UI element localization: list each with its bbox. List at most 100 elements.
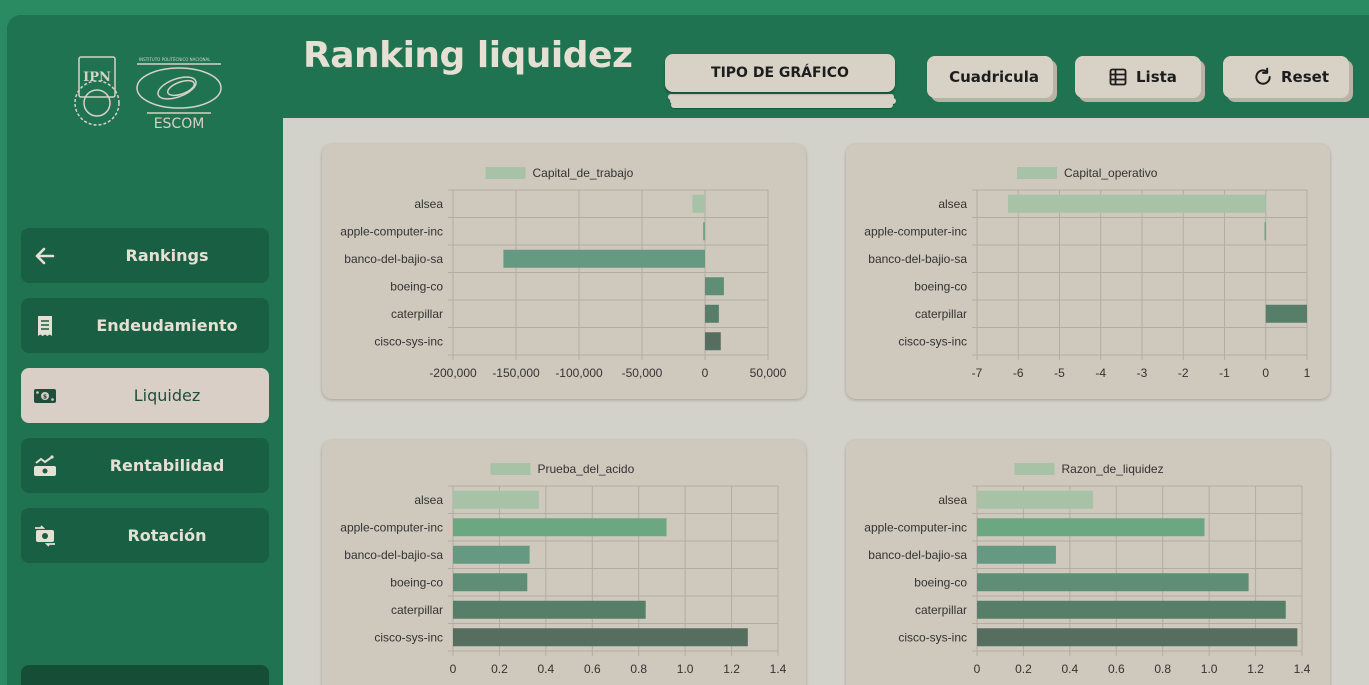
content-area: Capital_de_trabajo -200,000 -150,000 -100,0… — [283, 118, 1369, 685]
bar-apple-computer-inc[interactable] — [977, 518, 1205, 537]
bar-banco-del-bajio-sa[interactable] — [453, 545, 530, 564]
x-tick-label: 0.6 — [584, 662, 601, 676]
category-label: caterpillar — [915, 307, 967, 321]
stack-layer — [671, 102, 893, 108]
chart-card-capital-operativo: Capital_operativo -7 -6 -5 -4 -3 -2 -1 0 1 alsea ap… — [846, 144, 1330, 399]
category-label: banco-del-bajio-sa — [868, 548, 967, 562]
sidebar-footer-item[interactable] — [21, 665, 269, 685]
exchange-cash-icon — [35, 525, 55, 547]
x-tick-label: 0.8 — [1154, 662, 1171, 676]
bar-cisco-sys-inc[interactable] — [977, 628, 1298, 647]
list-view-label: Lista — [1136, 68, 1177, 86]
x-tick-label: 0.4 — [538, 662, 555, 676]
grid-view-button[interactable]: Cuadricula — [927, 56, 1053, 98]
header: Ranking liquidez TIPO DE GRÁFICO Cuadric… — [283, 15, 1369, 118]
bar-apple-computer-inc[interactable] — [453, 518, 667, 537]
category-label: caterpillar — [391, 603, 443, 617]
logo-ipn-text: IPN — [83, 70, 111, 85]
x-tick-label: 1.0 — [677, 662, 694, 676]
arrow-left-icon — [35, 247, 55, 265]
bar-banco-del-bajio-sa[interactable] — [977, 545, 1056, 564]
x-tick-label: 0.4 — [1062, 662, 1079, 676]
x-tick-label: 1.4 — [770, 662, 787, 676]
x-tick-label: -5 — [1054, 366, 1065, 380]
bar-boeing-co[interactable] — [977, 573, 1249, 592]
x-tick-label: -200,000 — [429, 366, 477, 380]
x-tick-label: 0.6 — [1108, 662, 1125, 676]
x-tick-label: 1.2 — [723, 662, 740, 676]
category-label: cisco-sys-inc — [374, 630, 443, 644]
category-label: boeing-co — [914, 279, 967, 293]
legend-swatch — [485, 167, 526, 179]
chart-capital-operativo: Capital_operativo -7 -6 -5 -4 -3 -2 -1 0 1 alsea ap… — [864, 166, 1311, 380]
bar-cisco-sys-inc[interactable] — [453, 628, 748, 647]
bar-alsea[interactable] — [977, 490, 1094, 509]
chart-razon-de-liquidez: Razon_de_liquidez 0 0.2 0.4 0.6 0.8 1.0 1.2 1.4 a… — [864, 462, 1310, 676]
x-tick-label: 0 — [702, 366, 709, 380]
bar-cisco-sys-inc[interactable] — [705, 332, 721, 351]
chart-type-button[interactable]: TIPO DE GRÁFICO — [665, 54, 895, 92]
reset-label: Reset — [1281, 68, 1329, 86]
bar-alsea[interactable] — [453, 490, 539, 509]
category-label: caterpillar — [391, 307, 443, 321]
category-label: alsea — [414, 197, 443, 211]
bar-caterpillar[interactable] — [453, 600, 646, 619]
bar-alsea[interactable] — [1007, 194, 1266, 213]
legend-swatch — [490, 463, 531, 475]
x-tick-label: -7 — [972, 366, 983, 380]
list-view-button[interactable]: Lista — [1075, 56, 1201, 98]
x-tick-label: 0 — [450, 662, 457, 676]
bar-apple-computer-inc[interactable] — [703, 222, 705, 241]
bar-boeing-co[interactable] — [453, 573, 528, 592]
sidebar-item-liquidez[interactable]: $ Liquidez — [21, 368, 269, 423]
category-label: cisco-sys-inc — [898, 630, 967, 644]
svg-text:$: $ — [43, 394, 47, 401]
x-tick-label: -100,000 — [555, 366, 603, 380]
bar-caterpillar[interactable] — [1265, 304, 1307, 323]
bar-caterpillar[interactable] — [705, 304, 719, 323]
category-label: boeing-co — [390, 575, 443, 589]
list-icon — [1109, 68, 1127, 86]
x-tick-label: 1 — [1304, 366, 1311, 380]
x-tick-label: -6 — [1013, 366, 1024, 380]
x-tick-label: -50,000 — [622, 366, 663, 380]
bar-alsea[interactable] — [692, 194, 705, 213]
category-label: apple-computer-inc — [340, 520, 443, 534]
legend-label: Capital_de_trabajo — [533, 166, 634, 180]
bar-apple-computer-inc[interactable] — [1264, 222, 1267, 241]
category-label: boeing-co — [914, 575, 967, 589]
legend-label: Capital_operativo — [1064, 166, 1158, 180]
bar-caterpillar[interactable] — [977, 600, 1286, 619]
sidebar-item-label: Rankings — [125, 246, 209, 265]
bar-banco-del-bajio-sa[interactable] — [503, 249, 705, 268]
category-label: alsea — [414, 493, 443, 507]
x-tick-label: 1.2 — [1247, 662, 1264, 676]
category-label: apple-computer-inc — [864, 520, 967, 534]
reset-button[interactable]: Reset — [1223, 56, 1349, 98]
chart-capital-de-trabajo: Capital_de_trabajo -200,000 -150,000 -100,0… — [340, 166, 787, 380]
x-tick-label: 50,000 — [750, 366, 787, 380]
receipt-icon — [38, 316, 52, 336]
logo-graphic: IPN INSTITUTO POLITÉCNICO NACIONAL ESCOM — [74, 56, 222, 132]
legend-swatch — [1017, 167, 1057, 179]
bar-boeing-co[interactable] — [705, 277, 724, 296]
category-label: banco-del-bajio-sa — [344, 252, 443, 266]
category-label: apple-computer-inc — [340, 224, 443, 238]
page-title: Ranking liquidez — [303, 35, 633, 76]
category-label: caterpillar — [915, 603, 967, 617]
sidebar-item-rotacion[interactable]: Rotación — [21, 508, 269, 563]
sidebar-item-rankings[interactable]: Rankings — [21, 228, 269, 283]
logo-institution-text: INSTITUTO POLITÉCNICO NACIONAL — [139, 57, 211, 62]
x-tick-label: -2 — [1178, 366, 1189, 380]
money-chart-icon — [34, 455, 56, 476]
category-label: cisco-sys-inc — [898, 334, 967, 348]
sidebar-item-rentabilidad[interactable]: Rentabilidad — [21, 438, 269, 493]
chart-type-selector: TIPO DE GRÁFICO — [665, 54, 896, 108]
x-tick-label: -3 — [1137, 366, 1148, 380]
grid-view-label: Cuadricula — [949, 68, 1039, 86]
x-tick-label: 0 — [974, 662, 981, 676]
app-window: IPN INSTITUTO POLITÉCNICO NACIONAL ESCOM… — [7, 15, 1369, 685]
category-label: banco-del-bajio-sa — [344, 548, 443, 562]
sidebar-item-label: Rotación — [127, 526, 207, 545]
sidebar-item-endeudamiento[interactable]: Endeudamiento — [21, 298, 269, 353]
